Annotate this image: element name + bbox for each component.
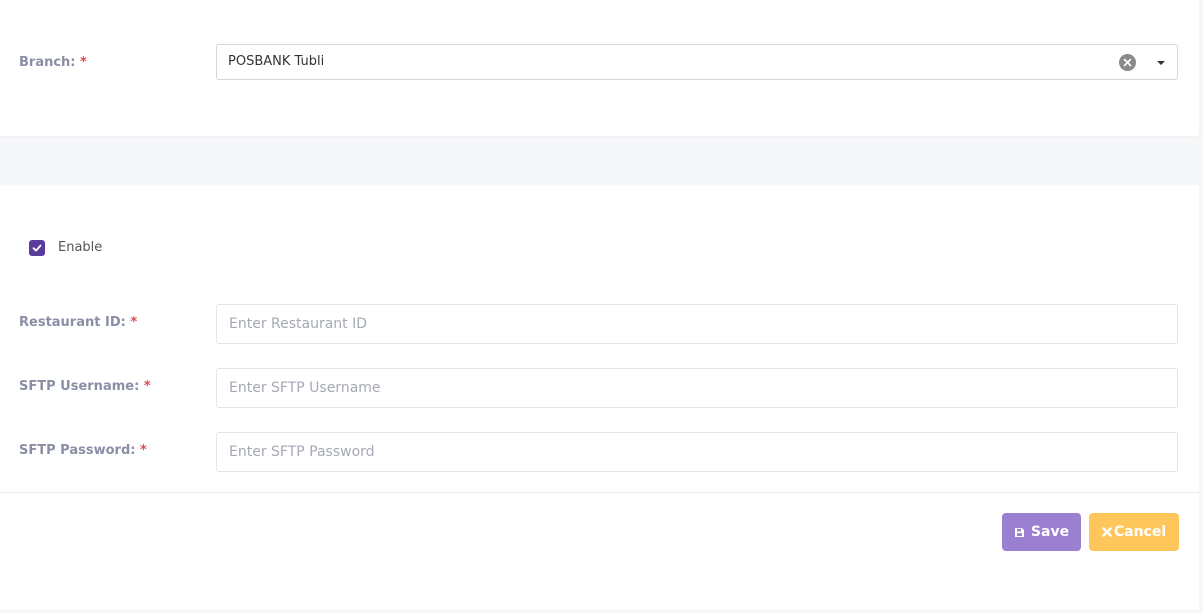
required-mark: * [80, 55, 87, 70]
enable-label: Enable [58, 240, 103, 255]
branch-card: Branch: * POSBANK Tubli [0, 0, 1199, 136]
sftp-username-input[interactable] [216, 368, 1178, 408]
floppy-disk-icon [1014, 527, 1024, 537]
footer-divider [0, 492, 1199, 493]
caret-down-icon[interactable] [1157, 61, 1165, 65]
restaurant-id-label: Restaurant ID: * [19, 315, 138, 330]
required-mark: * [143, 379, 151, 394]
branch-select[interactable]: POSBANK Tubli [216, 44, 1178, 80]
branch-label: Branch: * [19, 55, 87, 70]
check-icon [32, 244, 42, 252]
sftp-username-label: SFTP Username: * [19, 379, 151, 394]
required-mark: * [130, 315, 138, 330]
cancel-label: Cancel [1113, 524, 1167, 540]
restaurant-id-input[interactable] [216, 304, 1178, 344]
enable-checkbox[interactable] [29, 240, 45, 256]
save-label: Save [1030, 524, 1070, 540]
required-mark: * [139, 443, 147, 458]
sftp-password-label: SFTP Password: * [19, 443, 147, 458]
sftp-password-input[interactable] [216, 432, 1178, 472]
branch-select-value: POSBANK Tubli [228, 54, 325, 69]
times-icon [1102, 527, 1112, 537]
clear-icon[interactable] [1119, 54, 1136, 71]
settings-card: Enable Restaurant ID: * SFTP Username: *… [0, 185, 1199, 609]
save-button[interactable]: Save [1002, 513, 1081, 551]
cancel-button[interactable]: Cancel [1089, 513, 1179, 551]
